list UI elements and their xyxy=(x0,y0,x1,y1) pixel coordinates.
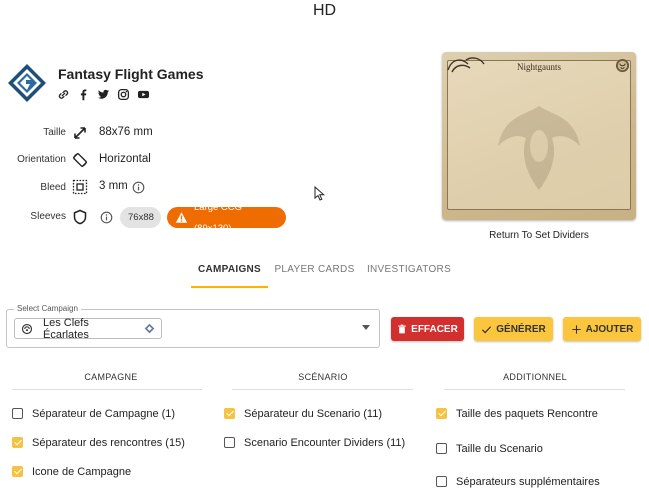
bleed-icon xyxy=(72,179,88,195)
sleeves-label: Sleeves xyxy=(30,211,66,222)
size-label: Taille xyxy=(43,127,66,138)
info-icon[interactable] xyxy=(132,181,145,194)
checkbox-label: Séparateur du Scenario (11) xyxy=(244,408,382,420)
sleeve-chip-large[interactable]: Large CCG (89x130) xyxy=(167,202,286,234)
tab-investigators[interactable]: INVESTIGATORS xyxy=(364,264,454,275)
youtube-icon[interactable] xyxy=(137,88,150,101)
facebook-icon[interactable] xyxy=(77,88,90,101)
checkbox-extra-dividers[interactable] xyxy=(436,476,447,487)
checkbox-label: Scenario Encounter Dividers (11) xyxy=(244,437,406,449)
check-icon xyxy=(482,325,492,333)
column-title-additionnel: ADDITIONNEL xyxy=(503,372,567,382)
tab-campaigns[interactable]: CAMPAIGNS xyxy=(191,264,268,275)
checkbox-encounter-dividers[interactable] xyxy=(12,437,23,448)
generate-button[interactable]: GÉNÉRER xyxy=(474,317,553,341)
clear-button-label: EFFACER xyxy=(411,323,458,335)
shield-icon xyxy=(73,209,87,225)
ffg-logo-icon xyxy=(8,64,46,102)
bleed-value: 3 mm xyxy=(99,180,128,192)
warning-icon xyxy=(175,212,188,223)
add-button-label: AJOUTER xyxy=(585,323,634,335)
tab-player-cards[interactable]: PLAYER CARDS xyxy=(274,264,355,275)
bleed-label: Bleed xyxy=(40,182,66,193)
checkbox-scenario-encounter-dividers[interactable] xyxy=(224,437,235,448)
checkbox-label: Taille des paquets Rencontre xyxy=(456,408,598,420)
checkbox-label: Séparateur des rencontres (15) xyxy=(32,437,185,449)
checkbox-label: Taille du Scenario xyxy=(456,443,543,455)
orientation-value: Horizontal xyxy=(99,153,151,165)
orientation-label: Orientation xyxy=(17,154,66,165)
selected-campaign-label: Les Clefs Écarlates xyxy=(43,316,89,341)
checkbox-label: Séparateur de Campagne (1) xyxy=(32,408,176,420)
column-divider xyxy=(232,389,413,390)
add-button[interactable]: AJOUTER xyxy=(563,317,641,341)
link-icon[interactable] xyxy=(57,88,70,101)
instagram-icon[interactable] xyxy=(117,88,130,101)
column-title-campagne: CAMPAGNE xyxy=(84,372,138,382)
column-divider xyxy=(444,389,625,390)
checkbox-scenario-divider[interactable] xyxy=(224,408,235,419)
plus-icon xyxy=(571,324,581,334)
campaign-icon xyxy=(21,323,33,334)
checkbox-encounter-pack-size[interactable] xyxy=(436,408,447,419)
checkbox-campaign-icon[interactable] xyxy=(12,466,23,477)
trash-icon xyxy=(398,324,406,334)
mouse-cursor-icon xyxy=(314,186,325,201)
checkbox-label: Séparateurs supplémentaires xyxy=(456,476,600,488)
card-title: Nightgaunts xyxy=(517,62,561,72)
column-divider xyxy=(12,389,202,390)
sleeve-chip-large-label: Large CCG (89x130) xyxy=(194,201,243,234)
info-icon[interactable] xyxy=(100,211,113,224)
divider-preview: Nightgaunts xyxy=(442,52,636,220)
diamond-icon xyxy=(144,323,155,334)
sleeve-chip-small[interactable]: 76x88 xyxy=(120,207,161,228)
chevron-down-icon[interactable] xyxy=(362,325,370,330)
checkbox-campaign-divider[interactable] xyxy=(12,408,23,419)
twitter-icon[interactable] xyxy=(97,88,110,101)
social-links xyxy=(57,88,150,101)
selected-campaign-chip[interactable]: Les Clefs Écarlates xyxy=(14,316,162,341)
clear-button[interactable]: EFFACER xyxy=(391,317,464,341)
rotate-icon xyxy=(72,153,88,167)
checkbox-scenario-size[interactable] xyxy=(436,443,447,454)
size-value: 88x76 mm xyxy=(99,126,153,138)
campaign-select-label: Select Campaign xyxy=(14,304,81,313)
active-tab-indicator xyxy=(191,286,268,288)
resize-icon xyxy=(74,127,86,139)
preview-caption: Return To Set Dividers xyxy=(489,230,589,241)
checkbox-label: Icone de Campagne xyxy=(32,466,132,478)
page-title: HD xyxy=(312,2,337,19)
publisher-name: Fantasy Flight Games xyxy=(58,66,204,82)
nightgaunt-art-icon xyxy=(498,106,580,190)
column-title-scenario: SCÉNARIO xyxy=(298,372,348,382)
generate-button-label: GÉNÉRER xyxy=(496,323,546,335)
